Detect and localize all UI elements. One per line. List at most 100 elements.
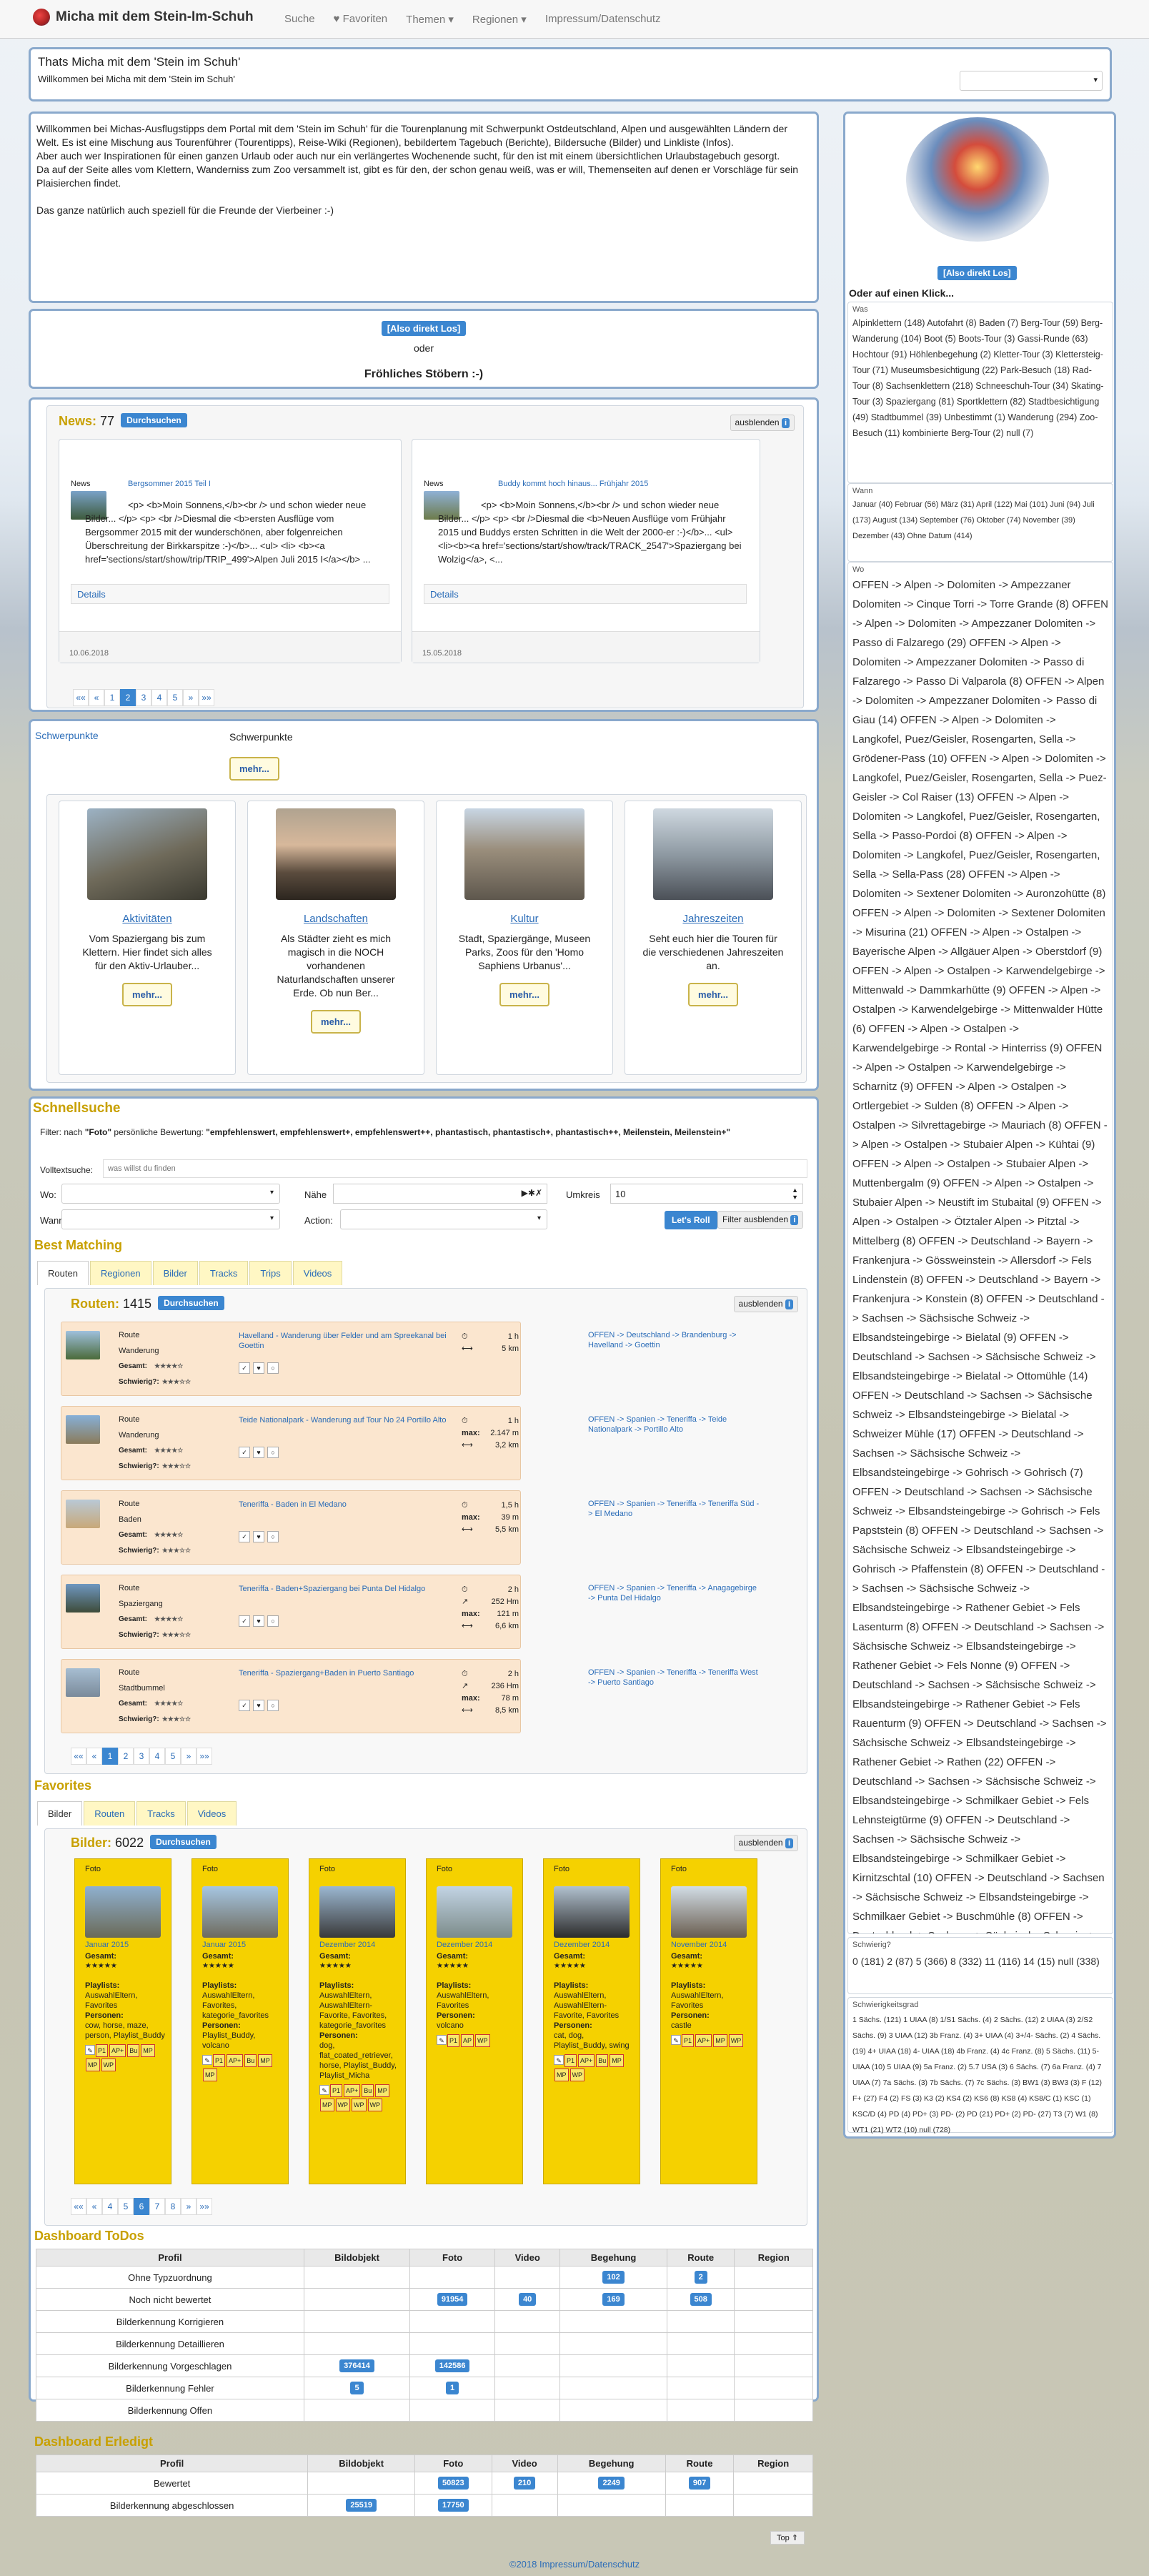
- focus-item-title[interactable]: Jahreszeiten: [625, 913, 801, 925]
- locate-icons[interactable]: ▶✱✗: [522, 1188, 542, 1198]
- playlist-tag[interactable]: P1: [213, 2054, 226, 2067]
- playlist-tag[interactable]: MP: [554, 2069, 569, 2081]
- check-icon[interactable]: ✓: [239, 1362, 250, 1374]
- check-icon[interactable]: ✓: [239, 1700, 250, 1711]
- playlist-tag[interactable]: AP+: [695, 2034, 712, 2047]
- page-number[interactable]: 4: [149, 1748, 165, 1765]
- playlist-tag[interactable]: WP: [101, 2059, 116, 2071]
- news-hide-button[interactable]: ausblenden i: [730, 415, 795, 431]
- page-prev[interactable]: «: [86, 2198, 102, 2215]
- wann-tag-cloud[interactable]: Januar (40) Februar (56) März (31) April…: [848, 497, 1113, 544]
- route-region-link[interactable]: OFFEN -> Spanien -> Teneriffa -> Tenerif…: [588, 1668, 760, 1688]
- playlist-tag[interactable]: Bu: [596, 2054, 609, 2067]
- check-icon[interactable]: ✓: [239, 1447, 250, 1458]
- nav-imprint[interactable]: Impressum/Datenschutz: [545, 13, 661, 26]
- route-title-link[interactable]: Teneriffa - Baden+Spaziergang bei Punta …: [239, 1584, 453, 1594]
- page-number[interactable]: 4: [151, 689, 167, 706]
- tab-fav-images[interactable]: Bilder: [37, 1801, 83, 1826]
- count-badge[interactable]: 376414: [339, 2359, 374, 2372]
- route-title-link[interactable]: Teneriffa - Baden in El Medano: [239, 1500, 453, 1510]
- page-last[interactable]: »»: [197, 1748, 212, 1765]
- edit-icon[interactable]: ✎: [85, 2045, 95, 2055]
- focus-item-more-button[interactable]: mehr...: [688, 983, 738, 1006]
- news-details-bar[interactable]: Details: [71, 584, 389, 604]
- page-number[interactable]: 3: [134, 1748, 149, 1765]
- edit-icon[interactable]: ✎: [671, 2035, 681, 2045]
- circle-icon[interactable]: ○: [267, 1362, 279, 1374]
- page-number[interactable]: 8: [165, 2198, 181, 2215]
- page-number[interactable]: 4: [102, 2198, 118, 2215]
- count-badge[interactable]: 2: [694, 2271, 707, 2284]
- focus-item-more-button[interactable]: mehr...: [499, 983, 549, 1006]
- playlist-tag[interactable]: WP: [728, 2034, 744, 2047]
- circle-icon[interactable]: ○: [267, 1447, 279, 1458]
- count-badge[interactable]: 169: [602, 2293, 625, 2306]
- playlist-tag[interactable]: MP: [141, 2044, 155, 2057]
- when-select[interactable]: ▾: [61, 1209, 280, 1229]
- action-select[interactable]: ▾: [340, 1209, 547, 1229]
- page-number[interactable]: 5: [167, 689, 183, 706]
- playlist-tag[interactable]: MP: [258, 2054, 272, 2067]
- page-number[interactable]: 1: [104, 689, 120, 706]
- where-select[interactable]: ▾: [61, 1184, 280, 1204]
- heart-icon[interactable]: ♥: [253, 1615, 264, 1627]
- route-title-link[interactable]: Havelland - Wanderung über Felder und am…: [239, 1331, 453, 1351]
- nav-search[interactable]: Suche: [284, 13, 315, 26]
- count-badge[interactable]: 50823: [437, 2477, 469, 2490]
- page-number[interactable]: 3: [136, 689, 151, 706]
- news-details-link[interactable]: Details: [77, 589, 106, 600]
- nav-regions[interactable]: Regionen ▾: [472, 13, 527, 26]
- radius-input[interactable]: 10 ▲ ▼: [610, 1184, 803, 1204]
- edit-icon[interactable]: ✎: [554, 2055, 564, 2065]
- route-title-link[interactable]: Teide Nationalpark - Wanderung auf Tour …: [239, 1415, 453, 1425]
- playlist-tag[interactable]: Bu: [362, 2084, 374, 2097]
- news-details-link[interactable]: Details: [430, 589, 459, 600]
- playlist-tag[interactable]: P1: [330, 2084, 343, 2097]
- playlist-tag[interactable]: AP+: [578, 2054, 595, 2067]
- footer[interactable]: ©2018 Impressum/Datenschutz: [0, 2559, 1149, 2570]
- focus-more-button[interactable]: mehr...: [229, 757, 279, 781]
- circle-icon[interactable]: ○: [267, 1700, 279, 1711]
- count-badge[interactable]: 210: [513, 2477, 536, 2490]
- playlist-tag[interactable]: MP: [203, 2069, 217, 2081]
- news-details-bar[interactable]: Details: [424, 584, 747, 604]
- playlist-tag[interactable]: Bu: [127, 2044, 140, 2057]
- page-prev[interactable]: «: [86, 1748, 102, 1765]
- playlist-tag[interactable]: AP+: [344, 2084, 361, 2097]
- photo-date[interactable]: November 2014: [671, 1941, 727, 1949]
- top-link[interactable]: Top ⇑: [770, 2531, 805, 2545]
- playlist-tag[interactable]: MP: [610, 2054, 624, 2067]
- route-region-link[interactable]: OFFEN -> Spanien -> Teneriffa -> Anagage…: [588, 1583, 760, 1603]
- page-prev[interactable]: «: [89, 689, 104, 706]
- tab-routes[interactable]: Routen: [37, 1261, 89, 1285]
- tab-tracks[interactable]: Tracks: [199, 1261, 249, 1285]
- heart-icon[interactable]: ♥: [253, 1362, 264, 1374]
- photo-date[interactable]: Januar 2015: [202, 1941, 246, 1949]
- page-next[interactable]: »: [183, 689, 199, 706]
- count-badge[interactable]: 40: [519, 2293, 537, 2306]
- playlist-tag[interactable]: P1: [682, 2034, 695, 2047]
- circle-icon[interactable]: ○: [267, 1615, 279, 1627]
- playlist-tag[interactable]: MP: [375, 2084, 389, 2097]
- near-input[interactable]: ▶✱✗: [333, 1184, 547, 1204]
- playlist-tag[interactable]: MP: [320, 2099, 334, 2111]
- nav-favorites[interactable]: ♥ Favoriten: [334, 13, 388, 26]
- page-first[interactable]: ««: [71, 2198, 86, 2215]
- page-first[interactable]: ««: [71, 1748, 86, 1765]
- was-tag-cloud[interactable]: Alpinklettern (148) Autofahrt (8) Baden …: [848, 315, 1113, 441]
- route-region-link[interactable]: OFFEN -> Spanien -> Teneriffa -> Teide N…: [588, 1415, 760, 1435]
- tab-trips[interactable]: Trips: [249, 1261, 292, 1285]
- language-select[interactable]: ▾: [960, 71, 1103, 91]
- page-number-active[interactable]: 6: [134, 2198, 149, 2215]
- photo-thumb[interactable]: [202, 1886, 278, 1938]
- tab-images[interactable]: Bilder: [152, 1261, 198, 1285]
- playlist-tag[interactable]: WP: [335, 2099, 350, 2111]
- edit-icon[interactable]: ✎: [437, 2035, 447, 2045]
- focus-item-title[interactable]: Landschaften: [248, 913, 424, 925]
- playlist-tag[interactable]: WP: [475, 2034, 490, 2047]
- count-badge[interactable]: 1: [446, 2382, 459, 2394]
- focus-item-more-button[interactable]: mehr...: [311, 1010, 361, 1034]
- tab-regions[interactable]: Regionen: [89, 1261, 151, 1285]
- photo-thumb[interactable]: [554, 1886, 630, 1938]
- count-badge[interactable]: 17750: [437, 2499, 469, 2512]
